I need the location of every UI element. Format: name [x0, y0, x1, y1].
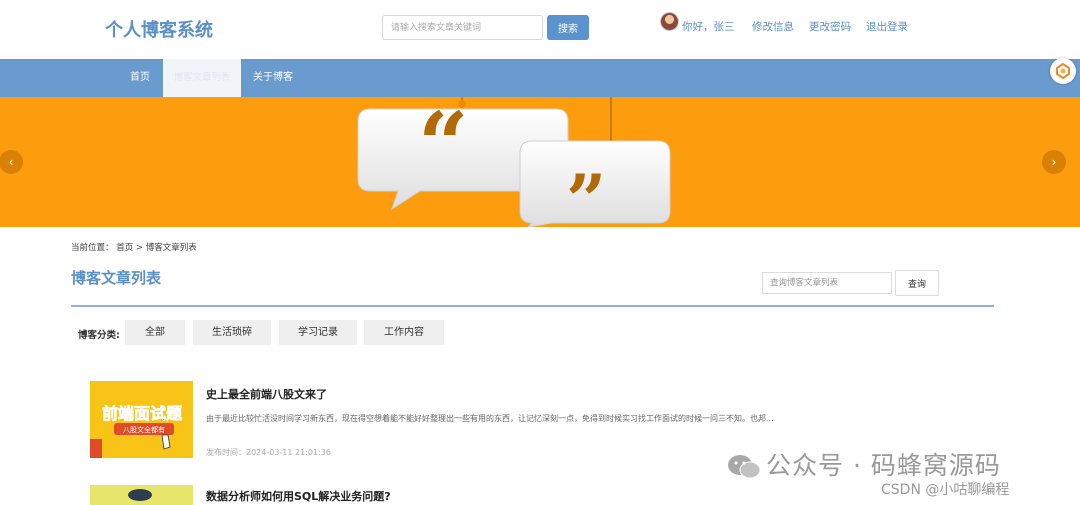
svg-text:”: ”: [566, 159, 606, 227]
post-thumbnail[interactable]: 前端面试题 八股文全都有: [90, 381, 193, 458]
quote-bubbles-illustration: “ ”: [357, 97, 671, 227]
watermark-wechat: 公众号 · 码蜂窝源码: [726, 446, 1001, 482]
banner-next-button[interactable]: ›: [1042, 150, 1066, 174]
category-label: 博客分类:: [78, 330, 120, 341]
post-title[interactable]: 数据分析师如何用SQL解决业务问题?: [206, 488, 391, 504]
query-button[interactable]: 查询: [895, 270, 939, 296]
category-tab-all[interactable]: 全部: [125, 320, 185, 345]
svg-text:八股文全都有: 八股文全都有: [123, 425, 165, 434]
search-input[interactable]: [382, 15, 543, 40]
category-tab-work[interactable]: 工作内容: [364, 320, 444, 345]
category-tab-life[interactable]: 生活琐碎: [193, 320, 271, 345]
page: 个人博客系统 搜索 你好，张三 修改信息 更改密码 退出登录 首页 博客文章列表…: [0, 0, 1080, 505]
logout-link[interactable]: 退出登录: [866, 19, 908, 34]
edit-profile-link[interactable]: 修改信息: [752, 19, 794, 34]
search-button[interactable]: 搜索: [547, 15, 589, 40]
nav-bar: 首页 博客文章列表 关于博客: [0, 59, 1080, 97]
post-summary: 由于最近比较忙活没时间学习新东西，现在得空想着能不能好好整理出一些有用的东西，让…: [206, 414, 774, 423]
side-logo-icon[interactable]: [1050, 58, 1076, 84]
watermark-text: 公众号 · 码蜂窝源码: [766, 451, 1001, 480]
site-title[interactable]: 个人博客系统: [105, 16, 213, 42]
user-greeting[interactable]: 你好，张三: [682, 19, 735, 34]
avatar[interactable]: [660, 12, 679, 31]
watermark-csdn: CSDN @小咕聊编程: [881, 482, 1010, 498]
divider: [71, 305, 994, 307]
svg-text:前端面试题: 前端面试题: [102, 404, 183, 423]
page-title: 博客文章列表: [71, 269, 162, 287]
chevron-right-icon: ›: [1051, 155, 1057, 169]
post-thumbnail[interactable]: [90, 485, 193, 505]
nav-item-blog-list[interactable]: 博客文章列表: [163, 59, 241, 97]
nav-item-home[interactable]: 首页: [118, 59, 162, 97]
chevron-left-icon: ‹: [8, 155, 14, 169]
banner-prev-button[interactable]: ‹: [0, 150, 23, 174]
breadcrumb: 当前位置： 首页 > 博客文章列表: [71, 243, 197, 253]
post-title[interactable]: 史上最全前端八股文来了: [206, 386, 327, 402]
hero-banner: “ ” ‹ ›: [0, 97, 1080, 227]
svg-text:“: “: [418, 97, 469, 196]
category-tab-study[interactable]: 学习记录: [279, 320, 357, 345]
post-time: 发布时间：2024-03-11 21:01:36: [206, 448, 331, 457]
article-search-input[interactable]: [762, 272, 892, 294]
change-password-link[interactable]: 更改密码: [809, 19, 851, 34]
nav-item-about[interactable]: 关于博客: [245, 59, 301, 97]
wechat-icon: [728, 455, 761, 479]
